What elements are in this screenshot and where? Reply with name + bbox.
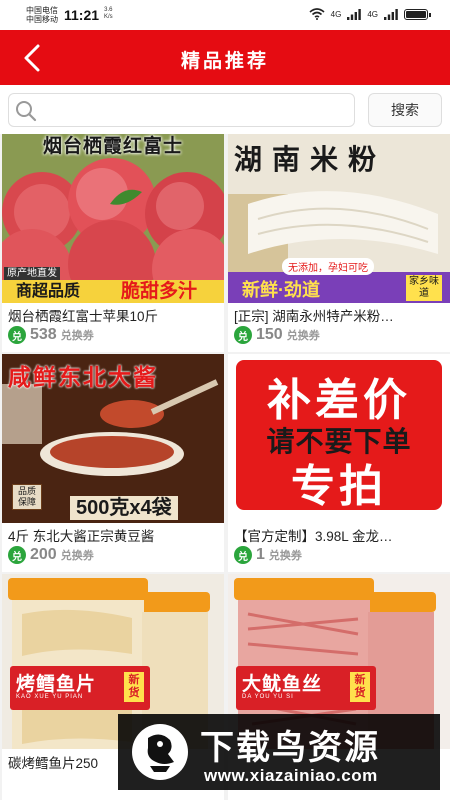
search-icon [16, 101, 37, 122]
net-speed: 3.6 K/s [104, 7, 113, 21]
carrier-2: 中国移动 [26, 15, 58, 24]
product-image-soybean-paste[interactable]: 咸鲜东北大酱 品质保障 500克x4袋 [2, 354, 224, 523]
product-title[interactable]: 【官方定制】3.98L 金龙… [234, 525, 446, 545]
search-bar: 搜索 [0, 85, 450, 134]
product-card[interactable]: 补差价 请不要下单 专拍 【官方定制】3.98L 金龙… 兑 1 兑换券 [228, 354, 450, 572]
image-sticker: 无添加，孕妇可吃 [282, 258, 374, 275]
carrier-names: 中国电信 中国移动 [26, 6, 58, 24]
jar-label-name: 大鱿鱼丝 [242, 674, 323, 695]
watermark-url: www.xiazainiao.com [204, 766, 378, 785]
net-speed-unit: K/s [104, 14, 113, 20]
battery-icon [404, 8, 431, 20]
image-headline: 烟台栖霞红富士 [42, 136, 183, 157]
coupon-badge: 兑 [234, 326, 252, 344]
search-input[interactable] [47, 100, 347, 122]
price-row: 兑 150 兑换券 [234, 325, 320, 345]
jar-label: 烤鳕鱼片 KAO XUE YU PIAN 新货 [10, 666, 150, 710]
jar-label-name: 烤鳕鱼片 [16, 674, 97, 695]
image-label-taste: 脆甜多汁 [94, 280, 224, 303]
jar-label-pinyin: KAO XUE YU PIAN [16, 694, 84, 700]
price-row: 兑 538 兑换券 [8, 325, 94, 345]
price-row: 兑 1 兑换券 [234, 545, 302, 565]
search-button[interactable]: 搜索 [368, 93, 442, 127]
points-unit: 兑换券 [286, 330, 320, 342]
product-image-price-difference[interactable]: 补差价 请不要下单 专拍 [228, 354, 450, 523]
jar-new-tag: 新货 [124, 672, 144, 702]
image-headline: 咸鲜东北大酱 [8, 364, 158, 390]
product-card[interactable]: 湖南米粉 无添加，孕妇可吃 新鲜·劲道 家乡味道 [正宗] 湖南永州特产米粉… … [228, 134, 450, 352]
product-image-rice-noodles[interactable]: 湖南米粉 无添加，孕妇可吃 新鲜·劲道 家乡味道 [228, 134, 450, 303]
points-value: 150 [256, 326, 283, 343]
points-unit: 兑换券 [60, 550, 94, 562]
points-value: 538 [30, 326, 57, 343]
product-title[interactable]: 4斤 东北大酱正宗黄豆酱 [8, 525, 220, 545]
coupon-badge: 兑 [8, 326, 26, 344]
image-label-weight: 500克x4袋 [70, 496, 178, 520]
image-label-fresh: 新鲜·劲道 [242, 280, 320, 300]
carrier-1: 中国电信 [26, 6, 58, 15]
image-tag-origin: 原产地直发 [4, 267, 60, 280]
system-icons: 4G 4G [309, 8, 431, 20]
price-row: 兑 200 兑换券 [8, 545, 94, 565]
jar-label-pinyin: DA YOU YU SI [242, 694, 294, 700]
coupon-badge: 兑 [234, 546, 252, 564]
watermark-overlay: 下载鸟资源 www.xiazainiao.com [118, 714, 440, 790]
image-headline: 湖南米粉 [234, 143, 387, 176]
points-unit: 兑换券 [268, 550, 302, 562]
signal-1-label: 4G [330, 9, 342, 19]
watermark-title: 下载鸟资源 [200, 729, 380, 767]
image-stamp: 品质保障 [12, 484, 42, 510]
points-value: 1 [256, 546, 265, 563]
signal-2-label: 4G [367, 9, 378, 19]
jar-new-tag: 新货 [350, 672, 370, 702]
product-image-apples[interactable]: 烟台栖霞红富士 原产地直发 商超品质 脆甜多汁 [2, 134, 224, 303]
image-label-quality: 商超品质 [2, 280, 94, 303]
net-speed-value: 3.6 [104, 7, 113, 13]
product-card[interactable]: 咸鲜东北大酱 品质保障 500克x4袋 4斤 东北大酱正宗黄豆酱 兑 200 兑… [2, 354, 224, 572]
search-box[interactable] [8, 93, 355, 127]
status-bar: 中国电信 中国移动 11:21 3.6 K/s 4G 4G [0, 0, 450, 30]
jar-label: 大鱿鱼丝 DA YOU YU SI 新货 [236, 666, 376, 710]
image-text-special: 专拍 [291, 462, 387, 511]
image-label-hometown: 家乡味道 [406, 275, 442, 301]
page-title: 精品推荐 [180, 51, 269, 72]
points-value: 200 [30, 546, 57, 563]
coupon-badge: 兑 [8, 546, 26, 564]
wifi-icon [309, 8, 325, 20]
product-title[interactable]: [正宗] 湖南永州特产米粉… [234, 305, 446, 325]
product-card[interactable]: 烟台栖霞红富士 原产地直发 商超品质 脆甜多汁 烟台栖霞红富士苹果10斤 兑 5… [2, 134, 224, 352]
status-time: 11:21 [64, 7, 100, 23]
signal-bars-icon [347, 8, 362, 20]
bird-logo-icon [132, 724, 188, 780]
header-bar: 精品推荐 [0, 30, 450, 85]
signal-bars-icon [384, 8, 398, 20]
points-unit: 兑换券 [60, 330, 94, 342]
product-title[interactable]: 烟台栖霞红富士苹果10斤 [8, 305, 220, 325]
image-text-supplement: 补差价 [267, 376, 411, 425]
